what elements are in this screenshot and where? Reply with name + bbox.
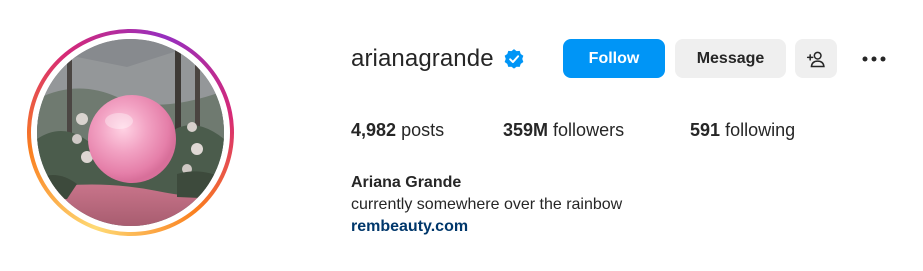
full-name: Ariana Grande xyxy=(351,174,462,191)
posts-label: posts xyxy=(401,120,445,140)
add-person-icon xyxy=(806,49,826,69)
more-options-button[interactable] xyxy=(857,45,891,73)
following-link[interactable]: 591 following xyxy=(690,120,795,141)
suggested-accounts-button[interactable] xyxy=(795,39,837,78)
username: arianagrande xyxy=(351,45,494,72)
profile-bio: Ariana Grande currently somewhere over t… xyxy=(351,172,622,238)
following-number: 591 xyxy=(690,120,721,140)
followers-number: 359M xyxy=(503,120,549,140)
follow-button[interactable]: Follow xyxy=(563,39,665,78)
profile-header: arianagrande xyxy=(351,38,525,80)
external-link[interactable]: rembeauty.com xyxy=(351,216,622,238)
following-label: following xyxy=(725,120,796,140)
avatar-ring-gap xyxy=(31,33,230,232)
posts-number: 4,982 xyxy=(351,120,397,140)
followers-label: followers xyxy=(553,120,625,140)
message-button[interactable]: Message xyxy=(675,39,786,78)
followers-link[interactable]: 359M followers xyxy=(503,120,624,141)
bio-text: currently somewhere over the rainbow xyxy=(351,196,623,213)
avatar[interactable] xyxy=(37,39,224,226)
avatar-image xyxy=(37,39,224,226)
posts-count: 4,982 posts xyxy=(351,120,444,141)
more-options-icon xyxy=(862,56,886,62)
verified-badge-icon xyxy=(503,48,525,70)
story-ring[interactable] xyxy=(27,29,234,236)
